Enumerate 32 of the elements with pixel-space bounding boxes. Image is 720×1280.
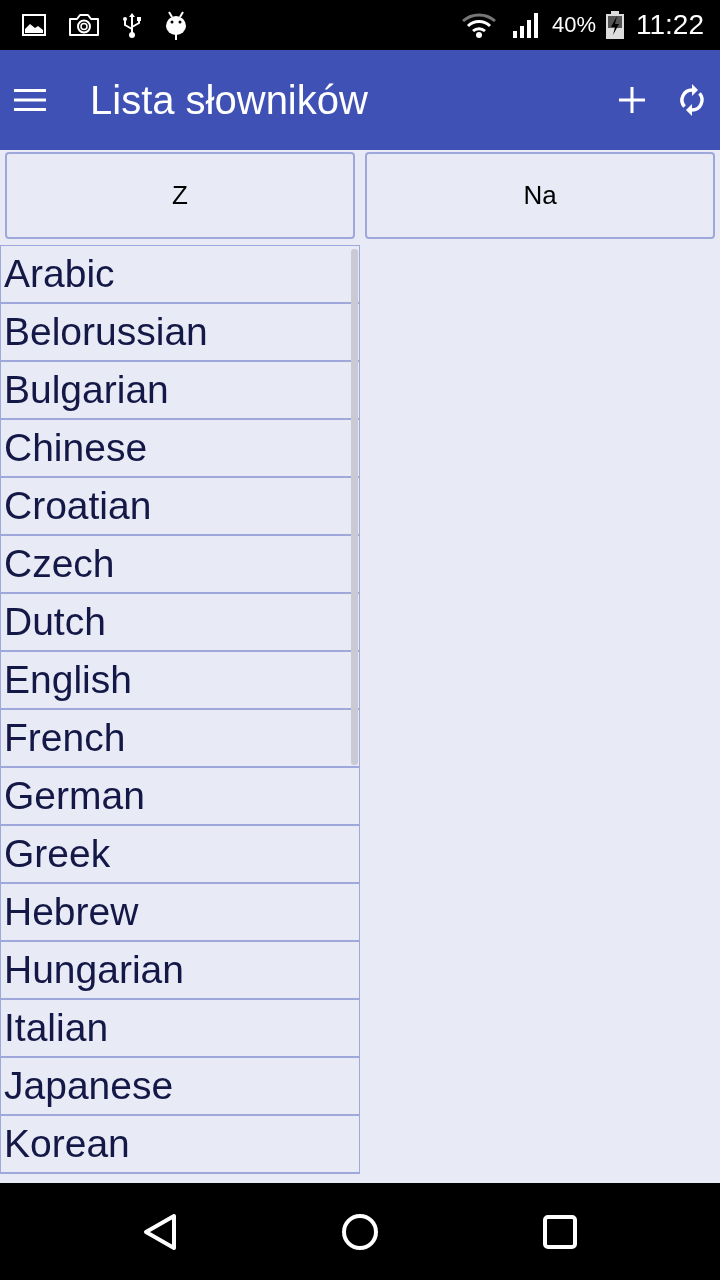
language-list-item[interactable]: Korean [1,1116,359,1174]
back-button[interactable] [143,1212,177,1251]
image-icon [22,14,46,36]
sync-icon [678,84,706,116]
language-list-item[interactable]: German [1,768,359,826]
app-title: Lista słowników [90,77,368,123]
language-list-item[interactable]: Hebrew [1,884,359,942]
language-list-item[interactable]: Greek [1,826,359,884]
plus-icon [619,87,645,113]
recent-apps-button[interactable] [543,1214,577,1249]
menu-button[interactable] [14,89,46,111]
usb-icon [122,11,142,39]
add-button[interactable] [619,87,645,113]
language-selector-button[interactable]: Na [365,152,715,239]
sync-button[interactable] [678,84,706,116]
android-icon [164,10,188,40]
language-list-item[interactable]: Japanese [1,1058,359,1116]
recent-apps-icon [543,1214,577,1249]
language-list-item[interactable]: Italian [1,1000,359,1058]
clock-time: 11:22 [636,9,704,41]
home-icon [342,1213,378,1250]
battery-percent: 40% [551,12,596,38]
scrollbar-thumb[interactable] [351,249,358,765]
signal-icon [512,12,540,38]
language-selector-button[interactable]: Z [5,152,355,239]
battery-charging-icon [606,11,624,39]
menu-icon [14,89,46,111]
back-icon [143,1212,177,1251]
wifi-icon [460,12,497,38]
language-list-item[interactable]: Hungarian [1,942,359,1000]
home-button[interactable] [342,1213,378,1250]
camera-icon [68,13,100,37]
